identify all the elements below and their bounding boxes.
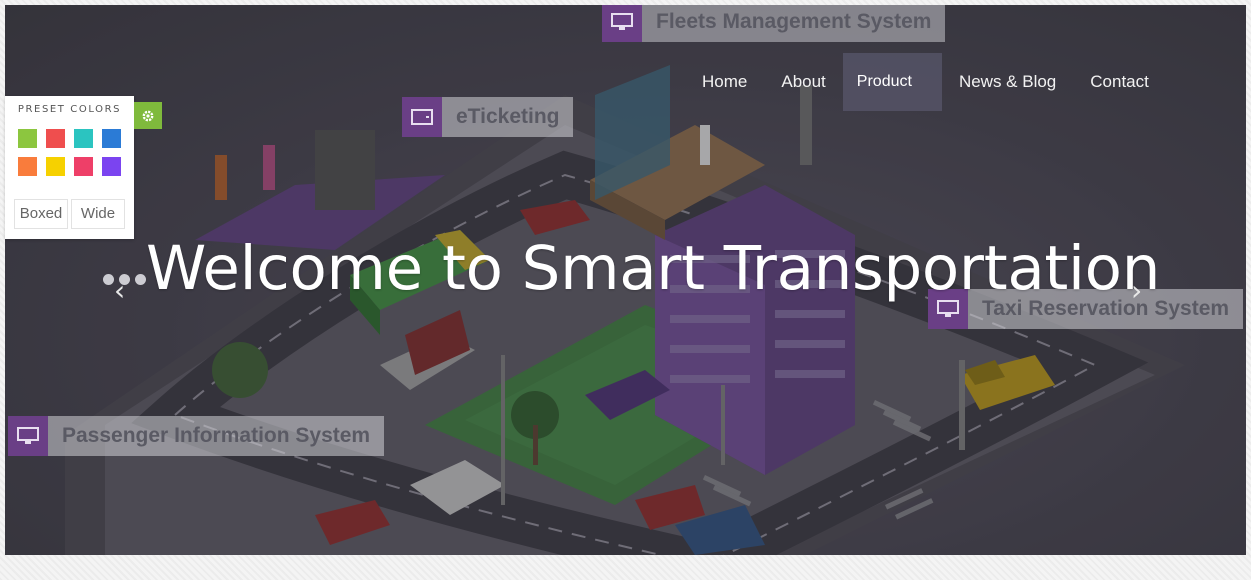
boxed-layout-button[interactable]: Boxed (14, 199, 68, 229)
swatch-orange[interactable] (18, 157, 37, 176)
sign-passenger-label: Passenger Information System (62, 424, 371, 447)
sign-fleets-management: Fleets Management System (602, 5, 946, 42)
main-nav: Home About Product News & Blog Contact (685, 53, 1166, 111)
nav-product[interactable]: Product (842, 53, 942, 111)
monitor-icon (602, 5, 642, 42)
swatch-purple[interactable] (102, 157, 121, 176)
swatch-pink[interactable] (74, 157, 93, 176)
hero-title: Welcome to Smart Transportation (145, 233, 1161, 304)
sign-eticketing: eTicketing (402, 97, 574, 137)
preset-colors-title: PRESET COLORS (17, 104, 122, 115)
color-swatches (18, 129, 128, 176)
swatch-green[interactable] (18, 129, 37, 148)
ticket-icon (402, 97, 442, 137)
chevron-right-icon[interactable]: › (1131, 277, 1142, 305)
sign-fleets-label: Fleets Management System (656, 10, 932, 33)
preset-colors-panel: PRESET COLORS Boxed Wide (5, 96, 134, 239)
gear-icon (142, 110, 154, 121)
swatch-teal[interactable] (74, 129, 93, 148)
swatch-red[interactable] (46, 129, 65, 148)
sign-eticketing-label: eTicketing (456, 105, 560, 128)
sign-passenger-info: Passenger Information System (8, 416, 385, 456)
nav-contact[interactable]: Contact (1073, 53, 1166, 111)
swatch-blue[interactable] (102, 129, 121, 148)
monitor-icon (8, 416, 48, 456)
nav-home[interactable]: Home (685, 53, 764, 111)
chevron-left-icon[interactable]: ‹ (114, 277, 125, 305)
wide-layout-button[interactable]: Wide (71, 199, 125, 229)
nav-about[interactable]: About (764, 53, 842, 111)
nav-news-blog[interactable]: News & Blog (942, 53, 1073, 111)
panel-toggle-button[interactable] (134, 102, 162, 129)
swatch-yellow[interactable] (46, 157, 65, 176)
hero-slider: Fleets Management System eTicketing Taxi… (5, 5, 1246, 555)
